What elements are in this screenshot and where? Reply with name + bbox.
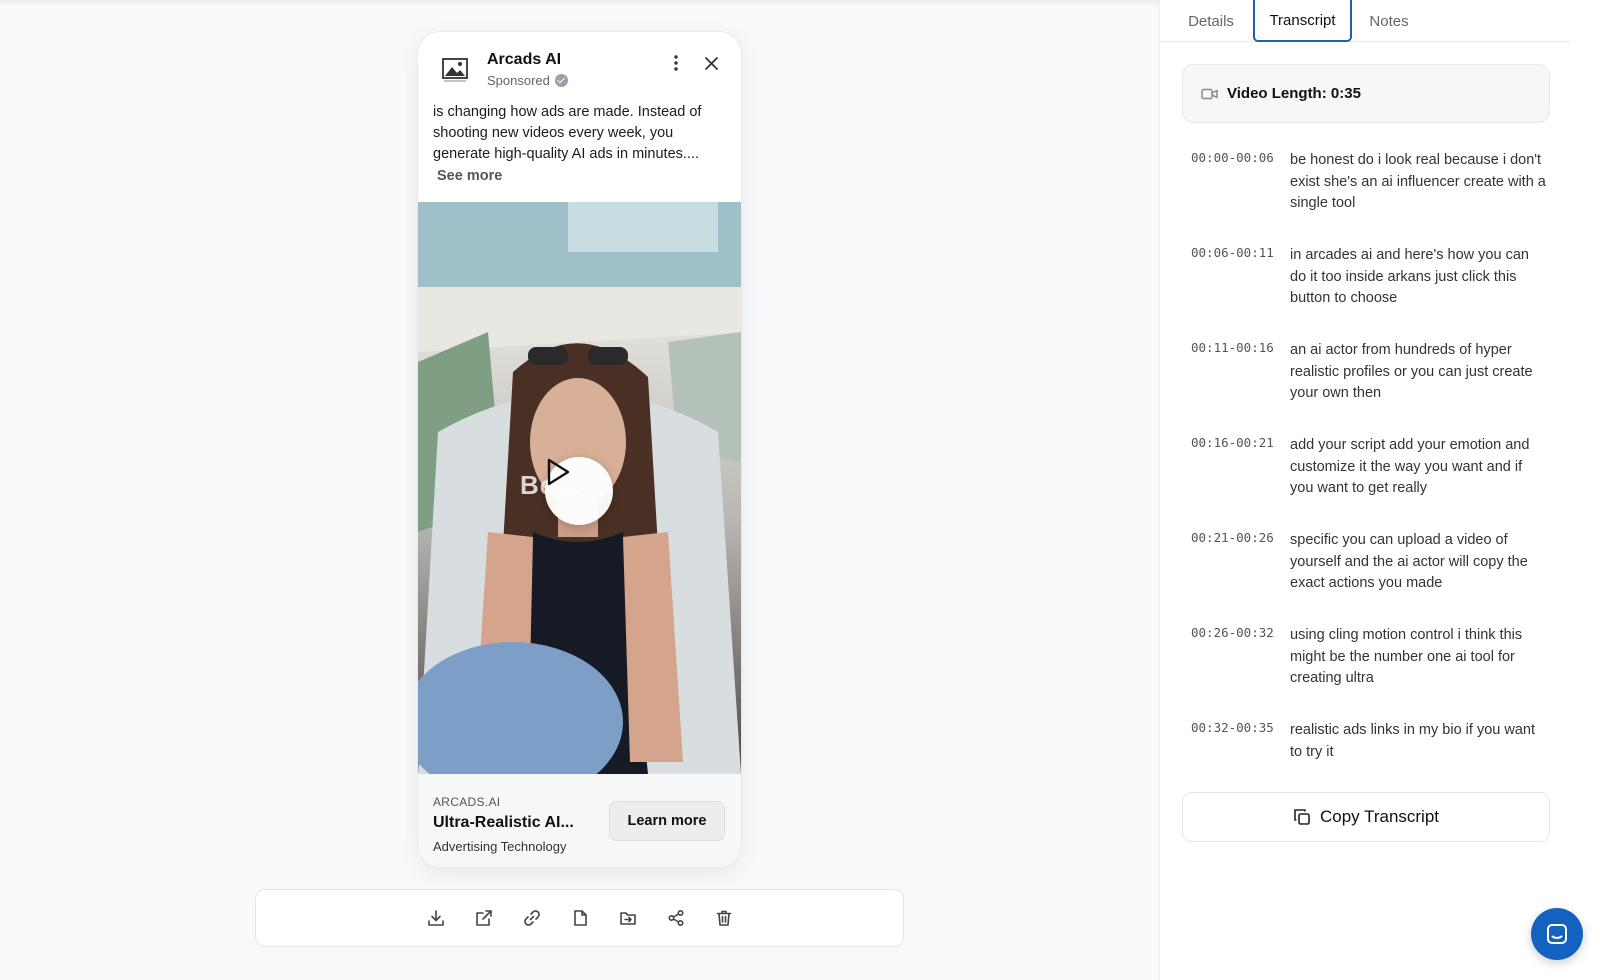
top-shadow: [0, 0, 1160, 6]
segment-text: specific you can upload a video of yours…: [1290, 532, 1528, 591]
chat-icon: [1547, 924, 1567, 944]
segment-timestamp: 00:00-00:06: [1191, 150, 1274, 165]
trash-icon[interactable]: [712, 907, 735, 930]
sponsored-text: Sponsored: [487, 73, 550, 88]
segment-timestamp: 00:06-00:11: [1191, 245, 1274, 260]
play-button[interactable]: [545, 457, 613, 525]
segment-timestamp: 00:11-00:16: [1191, 340, 1274, 355]
see-more-link[interactable]: See more: [437, 168, 502, 184]
link-icon[interactable]: [520, 907, 543, 930]
tab-details[interactable]: Details: [1182, 0, 1240, 42]
segment-timestamp: 00:26-00:32: [1191, 625, 1274, 640]
file-icon[interactable]: [568, 907, 591, 930]
ad-footer: ARCADS.AI Ultra-Realistic AI... Advertis…: [418, 774, 741, 867]
segment-timestamp: 00:16-00:21: [1191, 435, 1274, 450]
copy-transcript-button[interactable]: Copy Transcript: [1182, 792, 1550, 842]
play-icon: [547, 458, 570, 486]
ad-action-toolbar: [255, 889, 904, 947]
copy-icon: [1294, 809, 1310, 825]
segment-text: add your script add your emotion and cus…: [1290, 437, 1530, 496]
video-length-box: Video Length: 0:35: [1182, 64, 1550, 123]
video-camera-icon: [1201, 88, 1218, 99]
segment-text: realistic ads links in my bio if you wan…: [1290, 722, 1535, 760]
segment-timestamp: 00:32-00:35: [1191, 720, 1274, 735]
ad-sponsored-label: Sponsored: [487, 73, 568, 88]
chat-support-button[interactable]: [1531, 908, 1583, 960]
external-link-icon[interactable]: [472, 907, 495, 930]
more-options-icon[interactable]: [664, 50, 688, 76]
copy-transcript-label: Copy Transcript: [1319, 807, 1440, 826]
folder-move-icon[interactable]: [616, 907, 639, 930]
details-panel: Details Transcript Notes Video Length: 0…: [1159, 0, 1600, 980]
ad-headline: Ultra-Realistic AI...: [433, 814, 574, 831]
ad-header: Arcads AI Sponsored: [418, 32, 741, 102]
segment-text: in arcades ai and here's how you can do …: [1290, 247, 1529, 306]
tab-transcript[interactable]: Transcript: [1253, 0, 1352, 42]
ad-video-player[interactable]: Be…: [418, 202, 741, 774]
brand-logo-icon: [440, 54, 470, 84]
close-icon[interactable]: [698, 50, 724, 76]
learn-more-button[interactable]: Learn more: [609, 801, 725, 841]
share-icon[interactable]: [664, 907, 687, 930]
segment-timestamp: 00:21-00:26: [1191, 530, 1274, 545]
verified-icon: [554, 74, 568, 87]
segment-text: be honest do i look real because i don't…: [1290, 152, 1546, 211]
video-length: Video Length: 0:35: [1227, 85, 1361, 102]
segment-text: using cling motion control i think this …: [1290, 627, 1523, 686]
download-icon[interactable]: [424, 907, 447, 930]
ad-domain: ARCADS.AI: [433, 795, 501, 809]
segment-text: an ai actor from hundreds of hyper reali…: [1290, 342, 1533, 401]
tab-notes[interactable]: Notes: [1363, 0, 1415, 42]
ad-preview-card: Arcads AI Sponsored is changing how ads …: [418, 32, 741, 867]
ad-category: Advertising Technology: [433, 839, 567, 854]
ad-brand-name[interactable]: Arcads AI: [487, 51, 561, 69]
ad-body-text: is changing how ads are made. Instead of…: [433, 104, 702, 162]
panel-tabs: Details Transcript Notes: [1160, 0, 1570, 42]
